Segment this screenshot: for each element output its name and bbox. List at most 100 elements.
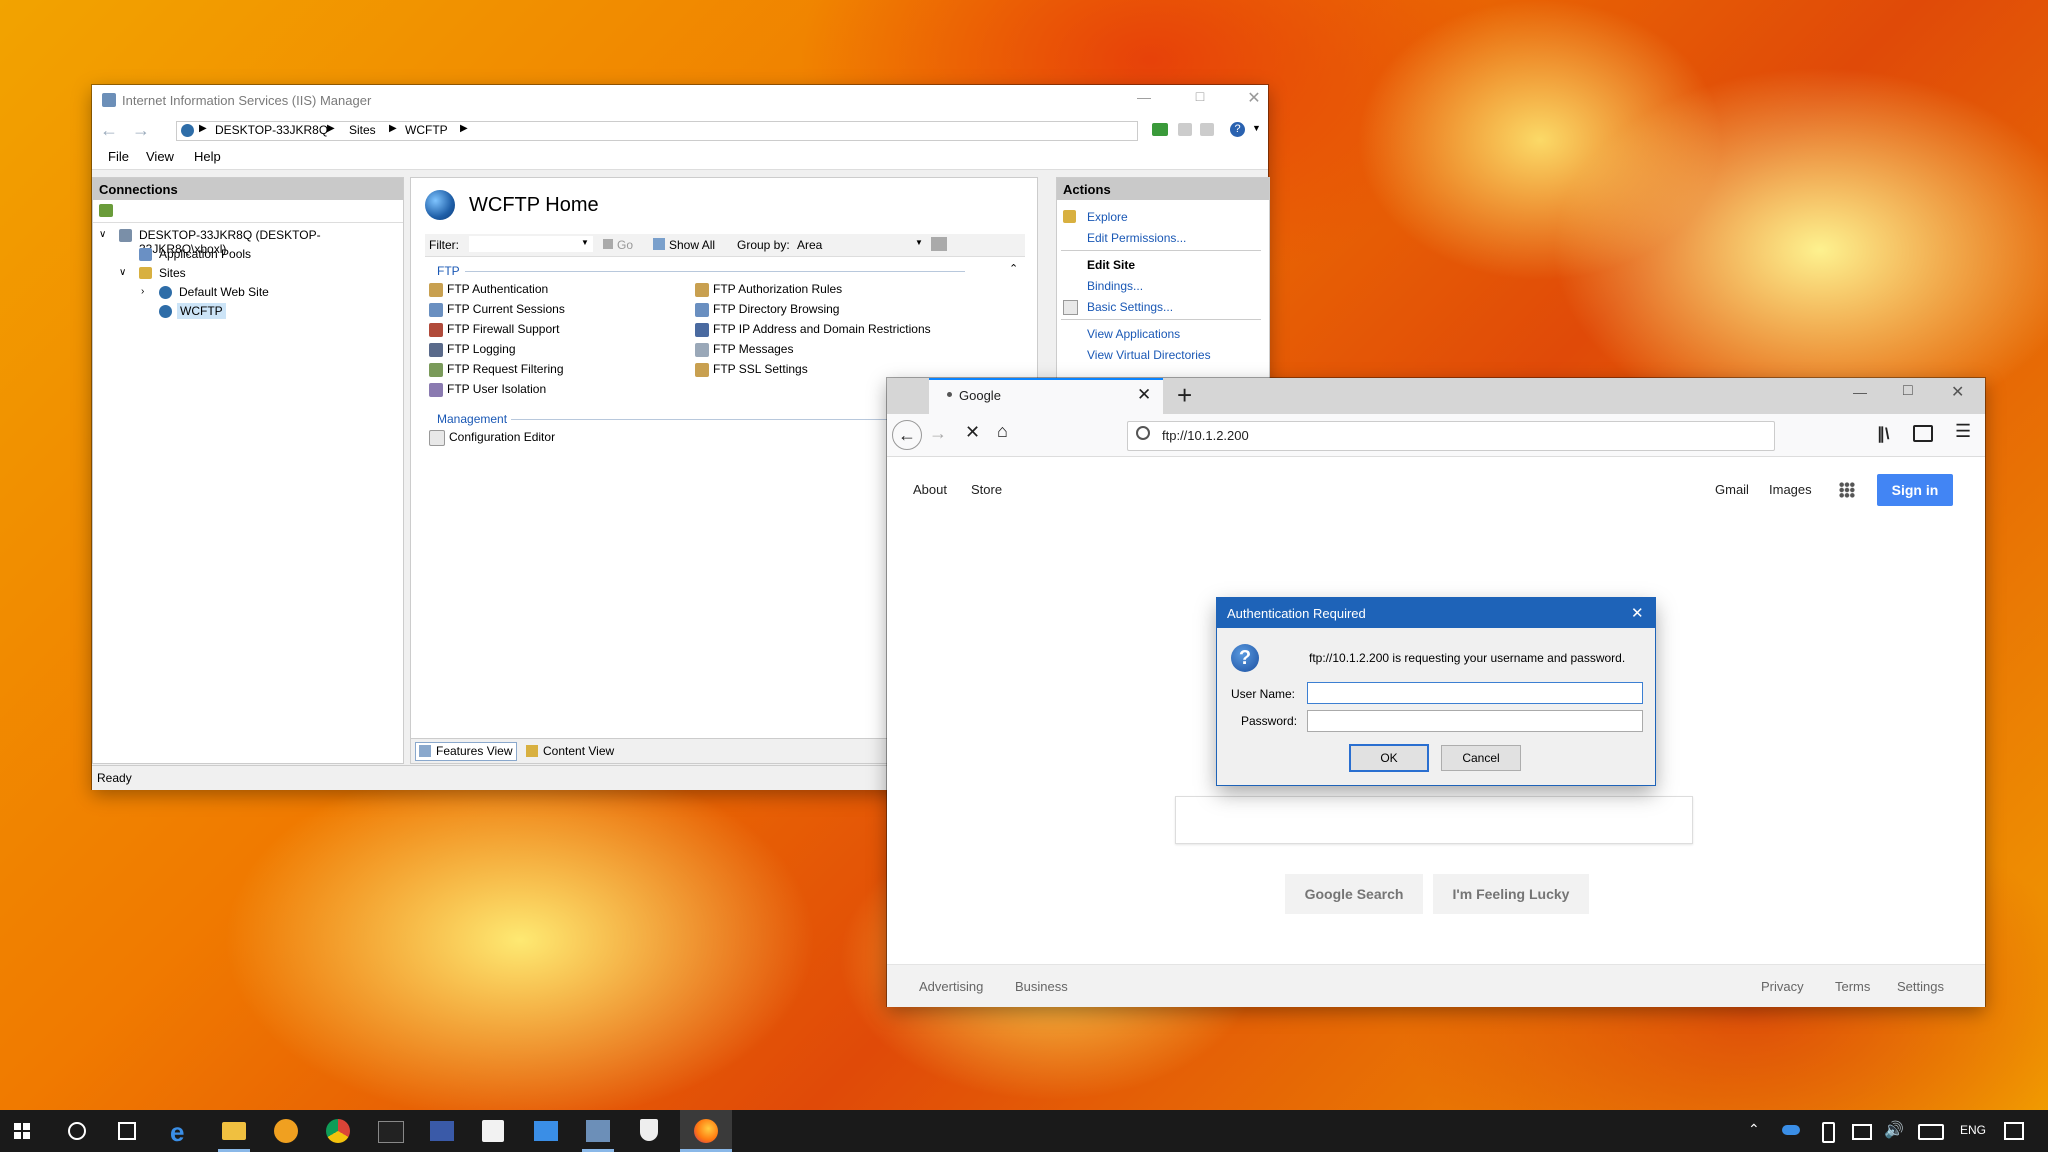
feature-item[interactable]: FTP Authentication bbox=[429, 282, 689, 302]
group-header-management[interactable]: Management bbox=[437, 412, 507, 426]
powershell-icon[interactable] bbox=[430, 1121, 454, 1141]
breadcrumb-server[interactable]: DESKTOP-33JKR8Q bbox=[215, 123, 328, 137]
edge-icon[interactable]: e bbox=[170, 1117, 184, 1148]
feature-item[interactable]: FTP Directory Browsing bbox=[695, 302, 1015, 322]
show-hidden-icons-icon[interactable]: ⌃ bbox=[1748, 1121, 1760, 1138]
google-search-button[interactable]: Google Search bbox=[1285, 874, 1423, 914]
username-field[interactable] bbox=[1307, 682, 1643, 704]
help-dropdown-icon[interactable]: ▼ bbox=[1252, 123, 1261, 133]
maximize-button[interactable]: □ bbox=[1188, 88, 1212, 108]
go-button[interactable]: Go bbox=[617, 238, 633, 252]
view-mode-icon[interactable] bbox=[931, 237, 947, 251]
usb-device-icon[interactable] bbox=[1822, 1122, 1835, 1143]
store-icon[interactable] bbox=[482, 1120, 504, 1142]
close-button[interactable]: ✕ bbox=[1631, 604, 1644, 622]
tree-sites[interactable]: Sites bbox=[159, 266, 186, 280]
security-icon[interactable] bbox=[640, 1119, 658, 1141]
action-basic-settings[interactable]: Basic Settings... bbox=[1087, 300, 1173, 314]
windows-start-icon[interactable] bbox=[14, 1123, 30, 1139]
feature-item[interactable]: FTP IP Address and Domain Restrictions bbox=[695, 322, 1015, 342]
file-explorer-icon[interactable] bbox=[222, 1122, 246, 1140]
back-button[interactable]: ← bbox=[892, 420, 922, 450]
feature-item[interactable]: FTP Logging bbox=[429, 342, 689, 362]
features-view-tab[interactable]: Features View bbox=[415, 742, 518, 761]
onedrive-icon[interactable] bbox=[1782, 1125, 1800, 1135]
action-explore[interactable]: Explore bbox=[1087, 210, 1128, 224]
feature-item[interactable]: FTP Current Sessions bbox=[429, 302, 689, 322]
feature-item[interactable]: FTP Request Filtering bbox=[429, 362, 689, 382]
gmail-link[interactable]: Gmail bbox=[1715, 482, 1749, 497]
firefox-taskbar-button[interactable] bbox=[680, 1110, 732, 1152]
url-bar[interactable]: ftp://10.1.2.200 bbox=[1127, 421, 1775, 451]
group-header-ftp[interactable]: FTP bbox=[437, 264, 460, 278]
action-center-icon[interactable] bbox=[2004, 1122, 2024, 1140]
task-view-icon[interactable] bbox=[118, 1122, 136, 1140]
breadcrumb-sites[interactable]: Sites bbox=[349, 123, 376, 137]
group-by-dropdown-icon[interactable]: ▼ bbox=[915, 238, 923, 247]
help-icon[interactable]: ? bbox=[1230, 122, 1245, 137]
feature-item[interactable]: FTP Firewall Support bbox=[429, 322, 689, 342]
collapse-group-icon[interactable]: ⌃ bbox=[1009, 262, 1018, 275]
cancel-button[interactable]: Cancel bbox=[1441, 745, 1521, 771]
remote-desktop-icon[interactable] bbox=[534, 1121, 558, 1141]
feature-item[interactable]: FTP User Isolation bbox=[429, 382, 689, 402]
forward-arrow-icon[interactable]: → bbox=[132, 120, 150, 141]
password-field[interactable] bbox=[1307, 710, 1643, 732]
sign-in-button[interactable]: Sign in bbox=[1877, 474, 1953, 506]
stop-icon[interactable] bbox=[1178, 123, 1192, 136]
back-arrow-icon[interactable]: ← bbox=[100, 120, 118, 141]
breadcrumb-wcftp[interactable]: WCFTP bbox=[405, 123, 448, 137]
sidebar-icon[interactable] bbox=[1913, 425, 1933, 442]
tree-expand-icon[interactable]: ∨ bbox=[99, 229, 106, 240]
content-view-tab[interactable]: Content View bbox=[523, 743, 618, 760]
action-bindings[interactable]: Bindings... bbox=[1087, 279, 1143, 293]
tree-app-pools[interactable]: Application Pools bbox=[159, 247, 251, 261]
menu-file[interactable]: File bbox=[108, 149, 129, 164]
filter-dropdown-icon[interactable]: ▼ bbox=[581, 238, 589, 247]
chrome-icon[interactable] bbox=[326, 1119, 350, 1143]
action-edit-permissions[interactable]: Edit Permissions... bbox=[1087, 231, 1186, 245]
filter-input[interactable] bbox=[469, 236, 593, 252]
feature-item[interactable]: FTP Messages bbox=[695, 342, 1015, 362]
volume-icon[interactable]: 🔊 bbox=[1884, 1120, 1904, 1140]
minimize-button[interactable]: — bbox=[1853, 384, 1867, 400]
keyboard-icon[interactable] bbox=[1918, 1124, 1944, 1140]
forward-arrow-icon[interactable]: → bbox=[929, 423, 947, 444]
tree-wcftp[interactable]: WCFTP bbox=[177, 303, 226, 319]
language-indicator[interactable]: ENG bbox=[1960, 1123, 1986, 1137]
menu-view[interactable]: View bbox=[146, 149, 174, 164]
menu-hamburger-icon[interactable]: ☰ bbox=[1955, 421, 1971, 442]
new-tab-plus-icon[interactable]: + bbox=[1177, 380, 1192, 411]
action-view-virtual-directories[interactable]: View Virtual Directories bbox=[1087, 348, 1211, 362]
tab-close-icon[interactable]: ✕ bbox=[1137, 385, 1151, 405]
feature-item[interactable]: Configuration Editor bbox=[429, 430, 555, 450]
maximize-button[interactable]: □ bbox=[1903, 382, 1913, 400]
app-icon[interactable] bbox=[274, 1119, 298, 1143]
tree-default-site[interactable]: Default Web Site bbox=[179, 285, 269, 299]
settings-link[interactable]: Settings bbox=[1897, 979, 1944, 994]
breadcrumb[interactable]: ▶ DESKTOP-33JKR8Q ▶ Sites ▶ WCFTP ▶ bbox=[176, 121, 1138, 141]
images-link[interactable]: Images bbox=[1769, 482, 1812, 497]
tree-collapse-icon[interactable]: › bbox=[141, 286, 144, 297]
home-icon[interactable] bbox=[1200, 123, 1214, 136]
iis-icon[interactable] bbox=[586, 1120, 610, 1142]
terminal-icon[interactable] bbox=[378, 1121, 404, 1143]
google-search-box[interactable] bbox=[1175, 796, 1693, 844]
minimize-button[interactable]: — bbox=[1132, 89, 1156, 109]
about-link[interactable]: About bbox=[913, 482, 947, 497]
group-by-select[interactable]: Area bbox=[797, 238, 822, 252]
browser-tab[interactable]: Google ✕ bbox=[929, 378, 1163, 414]
connect-icon[interactable] bbox=[99, 204, 113, 217]
close-button[interactable]: ✕ bbox=[1242, 88, 1266, 108]
store-link[interactable]: Store bbox=[971, 482, 1002, 497]
feeling-lucky-button[interactable]: I'm Feeling Lucky bbox=[1433, 874, 1589, 914]
business-link[interactable]: Business bbox=[1015, 979, 1068, 994]
network-icon[interactable] bbox=[1852, 1124, 1872, 1140]
home-icon[interactable]: ⌂ bbox=[997, 421, 1008, 442]
tree-expand-icon[interactable]: ∨ bbox=[119, 267, 126, 278]
library-icon[interactable]: ∥\ bbox=[1877, 424, 1889, 444]
stop-loading-icon[interactable]: ✕ bbox=[965, 422, 980, 443]
advertising-link[interactable]: Advertising bbox=[919, 979, 983, 994]
cortana-icon[interactable] bbox=[68, 1122, 86, 1140]
menu-help[interactable]: Help bbox=[194, 149, 221, 164]
